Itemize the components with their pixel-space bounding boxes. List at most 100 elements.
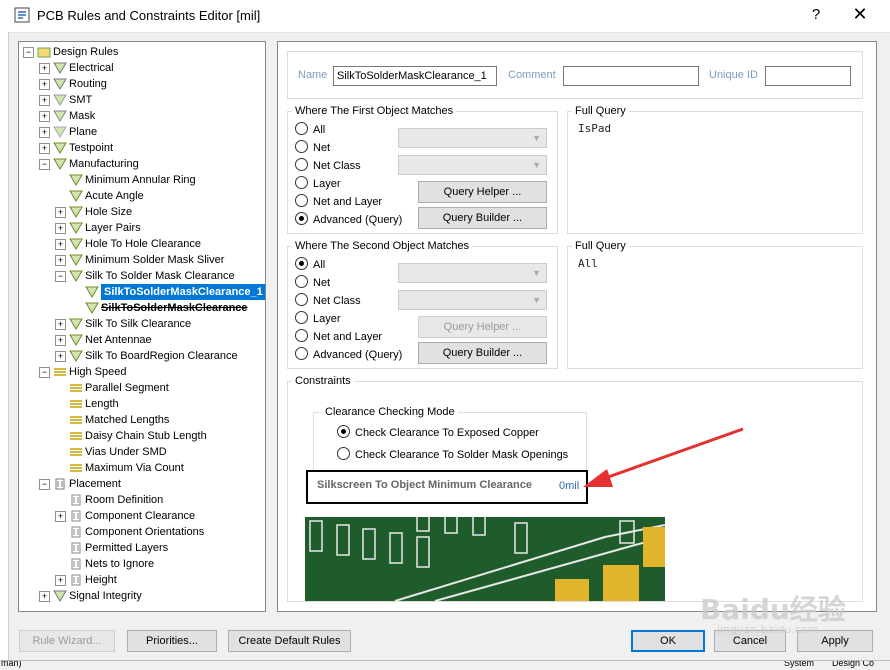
tree-item-label: Silk To BoardRegion Clearance — [85, 350, 238, 362]
first-match-radio[interactable]: Net Class — [295, 158, 361, 174]
expand-icon[interactable]: + — [39, 591, 50, 602]
placement-rule-icon — [71, 558, 81, 570]
clearance-mode-radio[interactable]: Check Clearance To Solder Mask Openings — [337, 447, 568, 463]
expand-icon[interactable]: + — [55, 319, 66, 330]
tree-item-label: Silk To Silk Clearance — [85, 318, 192, 330]
expand-icon[interactable]: + — [55, 335, 66, 346]
second-match-dropdown-2[interactable]: ▼ — [398, 290, 547, 310]
rule-icon — [85, 286, 99, 298]
first-match-radio[interactable]: All — [295, 122, 325, 138]
name-field[interactable]: SilkToSolderMaskClearance_1 — [333, 66, 497, 86]
close-button[interactable]: ✕ — [850, 4, 870, 25]
second-match-radio-label: Net — [313, 277, 331, 289]
routing-icon — [53, 78, 67, 90]
tree-item-label: Minimum Solder Mask Sliver — [85, 254, 225, 266]
second-match-dropdown-1[interactable]: ▼ — [398, 263, 547, 283]
rule-icon — [69, 334, 83, 346]
second-match-radio-label: Net and Layer — [313, 331, 383, 343]
second-match-radio[interactable]: Net and Layer — [295, 329, 382, 345]
smt-icon — [53, 94, 67, 106]
hs-rule-icon — [70, 416, 82, 424]
rule-icon — [69, 270, 83, 282]
expand-icon[interactable]: + — [55, 511, 66, 522]
collapse-icon[interactable]: − — [23, 47, 34, 58]
rule-wizard-button[interactable]: Rule Wizard... — [19, 630, 115, 652]
radio-dot-icon — [295, 257, 308, 270]
expand-icon[interactable]: + — [55, 351, 66, 362]
help-button[interactable]: ? — [806, 6, 826, 23]
second-query-helper-button[interactable]: Query Helper ... — [418, 316, 547, 338]
second-match-radio[interactable]: All — [295, 257, 325, 273]
clearance-mode-radio[interactable]: Check Clearance To Exposed Copper — [337, 425, 539, 441]
electrical-icon — [53, 62, 67, 74]
tree-item-label: Manufacturing — [69, 158, 139, 170]
expand-icon[interactable]: + — [39, 111, 50, 122]
first-match-radio-label: Advanced (Query) — [313, 214, 403, 226]
placement-rule-icon — [71, 494, 81, 506]
first-match-dropdown-1[interactable]: ▼ — [398, 128, 547, 148]
first-match-radio[interactable]: Advanced (Query) — [295, 212, 402, 228]
first-match-radio[interactable]: Layer — [295, 176, 341, 192]
radio-dot-icon — [295, 212, 308, 225]
first-match-radio[interactable]: Net and Layer — [295, 194, 382, 210]
background-app-strip — [0, 32, 9, 669]
rules-tree[interactable]: − Design Rules + Electrical + Routing + SMT + Mas… — [18, 41, 266, 612]
tree-item-label: Net Antennae — [85, 334, 152, 346]
collapse-icon[interactable]: − — [39, 159, 50, 170]
first-query-builder-button[interactable]: Query Builder ... — [418, 207, 547, 229]
chevron-down-icon: ▼ — [532, 268, 541, 278]
expand-icon[interactable]: + — [39, 79, 50, 90]
priorities-button[interactable]: Priorities... — [127, 630, 217, 652]
radio-dot-icon — [295, 347, 308, 360]
chevron-down-icon: ▼ — [532, 133, 541, 143]
second-full-query-text[interactable]: All — [578, 257, 598, 270]
first-full-query-text[interactable]: IsPad — [578, 122, 611, 135]
expand-icon[interactable]: + — [39, 95, 50, 106]
expand-icon[interactable]: + — [55, 239, 66, 250]
rule-preview-image — [305, 517, 665, 601]
collapse-icon[interactable]: − — [39, 367, 50, 378]
testpoint-icon — [53, 142, 67, 154]
hs-rule-icon — [70, 400, 82, 408]
expand-icon[interactable]: + — [55, 207, 66, 218]
second-match-radio[interactable]: Net — [295, 275, 330, 291]
first-match-radio[interactable]: Net — [295, 140, 330, 156]
unique-id-field[interactable] — [765, 66, 851, 86]
rules-root-icon — [37, 47, 51, 58]
expand-icon[interactable]: + — [55, 223, 66, 234]
tree-item-label: Daisy Chain Stub Length — [85, 430, 207, 442]
tree-item-label: Mask — [69, 110, 96, 122]
second-query-builder-button[interactable]: Query Builder ... — [418, 342, 547, 364]
expand-icon[interactable]: + — [55, 575, 66, 586]
manufacturing-icon — [53, 158, 67, 170]
collapse-icon[interactable]: − — [55, 271, 66, 282]
expand-icon[interactable]: + — [39, 127, 50, 138]
comment-label: Comment — [508, 69, 556, 81]
high-speed-icon — [54, 368, 66, 376]
expand-icon[interactable]: + — [55, 255, 66, 266]
second-match-radio[interactable]: Advanced (Query) — [295, 347, 402, 363]
second-match-radio[interactable]: Net Class — [295, 293, 361, 309]
radio-dot-icon — [295, 140, 308, 153]
second-full-query-title: Full Query — [572, 240, 629, 252]
tree-item-label: SilkToSolderMaskClearance — [101, 302, 248, 314]
first-query-helper-button[interactable]: Query Helper ... — [418, 181, 547, 203]
first-match-radio-label: All — [313, 124, 326, 136]
first-match-radio-label: Net — [313, 142, 331, 154]
collapse-icon[interactable]: − — [39, 479, 50, 490]
watermark-logo: Baidu经验 — [700, 593, 846, 626]
first-full-query-group — [567, 111, 863, 234]
tree-item-label: SilkToSolderMaskClearance_1 — [101, 284, 265, 300]
first-full-query-title: Full Query — [572, 105, 629, 117]
create-default-rules-button[interactable]: Create Default Rules — [228, 630, 351, 652]
status-left-text: man) — [1, 660, 22, 668]
radio-dot-icon — [295, 329, 308, 342]
first-match-dropdown-2[interactable]: ▼ — [398, 155, 547, 175]
tree-item-label: Layer Pairs — [85, 222, 141, 234]
comment-field[interactable] — [563, 66, 699, 86]
ok-button[interactable]: OK — [631, 630, 705, 652]
tree-item-label: Hole Size — [85, 206, 133, 218]
second-match-radio[interactable]: Layer — [295, 311, 341, 327]
expand-icon[interactable]: + — [39, 63, 50, 74]
expand-icon[interactable]: + — [39, 143, 50, 154]
